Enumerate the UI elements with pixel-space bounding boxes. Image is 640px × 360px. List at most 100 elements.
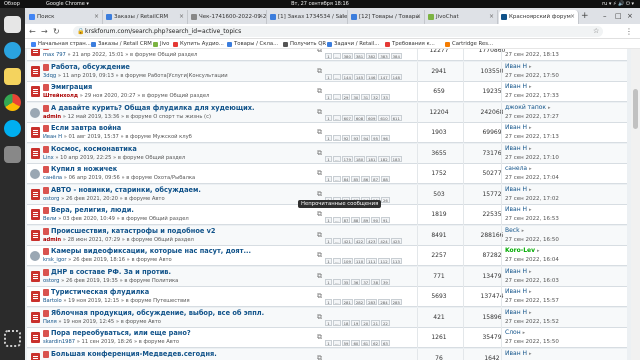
page-link[interactable]: ... (333, 319, 341, 326)
page-link[interactable]: ... (333, 217, 341, 223)
topic-author-link[interactable]: Linx (43, 155, 54, 161)
topic-title-link[interactable]: Пора переобуваться, или еще рано? (51, 329, 191, 337)
page-link[interactable]: 1 (325, 258, 332, 264)
new-post-icon[interactable] (43, 49, 49, 50)
topic-author-link[interactable]: Иван Н (43, 134, 62, 140)
goto-last-post-icon[interactable]: ▸ (529, 269, 532, 275)
goto-last-post-icon[interactable]: ▸ (537, 248, 540, 254)
page-link[interactable]: ... (333, 237, 341, 244)
new-post-icon[interactable] (43, 227, 49, 235)
topic-row[interactable]: Купил я ножичек санёла » 06 апр 2019, 09:… (27, 164, 627, 184)
goto-last-post-icon[interactable]: ▸ (523, 330, 526, 336)
page-link[interactable]: 384 (390, 53, 402, 59)
topic-row[interactable]: Туристическая флудилка Bartolo » 19 ноя 2… (27, 287, 627, 307)
back-icon[interactable]: ← (29, 26, 36, 37)
files-icon[interactable] (4, 16, 21, 33)
new-post-icon[interactable] (43, 268, 49, 276)
goto-last-post-icon[interactable]: ▸ (529, 187, 532, 193)
page-link[interactable]: 425 (390, 237, 402, 244)
page-link[interactable]: 610 (378, 114, 390, 121)
page-link[interactable]: 381 (353, 53, 366, 59)
page-link[interactable]: 609 (366, 114, 378, 121)
topic-title-link[interactable]: Космос, космонавтика (51, 145, 137, 153)
page-link[interactable]: 31 (361, 94, 371, 100)
topic-author-link[interactable]: Пиля (43, 319, 57, 325)
page-link[interactable]: 32 (371, 94, 380, 100)
close-icon[interactable]: × (570, 10, 575, 24)
page-link[interactable]: 91 (381, 217, 390, 223)
tab-retailcrm-orders[interactable]: Заказы / RetailCRM × (104, 10, 188, 24)
page-link[interactable]: ... (333, 114, 341, 121)
topic-title-link[interactable]: Работа, обсуждение (51, 63, 130, 71)
topic-title-link[interactable]: Эмиграция (51, 83, 92, 91)
bookmark-item[interactable]: Товары / Скла... (227, 39, 278, 49)
page-link[interactable]: 95 (371, 135, 380, 141)
page-link[interactable]: ... (333, 176, 341, 182)
topic-row[interactable]: Камеры видеофиксации, которые нас пасут,… (27, 246, 627, 266)
page-link[interactable]: 1 (325, 53, 332, 59)
topic-title-link[interactable]: ДНР в составе РФ. За и против. (51, 268, 171, 276)
page-link[interactable]: 607 (341, 114, 353, 121)
topic-row[interactable]: Яблочная продукция, обсуждение, выбор, в… (27, 307, 627, 328)
close-icon[interactable]: × (416, 10, 421, 24)
topic-author-link[interactable]: admin (43, 237, 61, 243)
new-post-icon[interactable] (43, 248, 49, 255)
page-link[interactable]: 608 (353, 114, 366, 121)
close-icon[interactable]: × (489, 10, 494, 24)
last-post-author-link[interactable]: Koro-Lev ▸ (505, 247, 540, 254)
minimize-button[interactable]: – (603, 10, 607, 22)
last-post-author-link[interactable]: Beck ▸ (505, 227, 524, 234)
page-link[interactable]: 35 (341, 278, 351, 285)
page-link[interactable]: 423 (366, 237, 378, 244)
topic-row[interactable]: Работа, обсуждение 3dqg » 11 апр 2019, 09… (27, 61, 627, 82)
page-link[interactable]: 21 (371, 319, 380, 326)
topic-title-link[interactable]: Вера, религия, люди. (51, 206, 134, 214)
tab-krsk-forum[interactable]: Красноярский форум × (499, 10, 579, 24)
system-tray[interactable]: ru ▾ ⚡ 🔊 ⏻ ▾ (602, 0, 634, 8)
topic-author-link[interactable]: ostorg (43, 196, 59, 202)
page-link[interactable]: ... (333, 94, 341, 100)
topic-author-link[interactable]: Bartolo (43, 298, 62, 304)
bookmark-item[interactable]: Получить QR (283, 39, 326, 49)
page-link[interactable]: 90 (371, 217, 380, 223)
goto-last-post-icon[interactable]: ▸ (529, 64, 532, 70)
close-icon[interactable]: × (94, 10, 99, 24)
topic-author-link[interactable]: skardin1987 (43, 339, 75, 345)
goto-last-post-icon[interactable]: ▸ (522, 228, 525, 234)
page-link[interactable]: 33 (381, 94, 390, 100)
close-icon[interactable]: × (179, 10, 184, 24)
page-link[interactable]: 283 (366, 299, 378, 305)
new-post-icon[interactable] (43, 125, 49, 132)
last-post-author-link[interactable]: санела ▸ (505, 165, 532, 172)
app-grid-icon[interactable] (4, 330, 21, 347)
topic-title-link[interactable]: АВТО - новинки, старинки, обсуждаем. (51, 186, 201, 194)
last-post-author-link[interactable]: Иван Н ▸ (505, 83, 532, 90)
goto-last-post-icon[interactable]: ▸ (529, 289, 532, 295)
page-link[interactable]: 1 (325, 135, 332, 141)
page-link[interactable]: 421 (341, 237, 353, 244)
page-link[interactable]: 147 (378, 73, 390, 80)
topic-author-link[interactable]: Вели (43, 216, 56, 222)
page-link[interactable]: 110 (353, 258, 366, 264)
page-link[interactable]: 84 (341, 176, 351, 182)
page-link[interactable]: 109 (341, 258, 353, 264)
last-post-author-link[interactable]: Слон ▸ (505, 329, 525, 336)
bookmark-item[interactable]: Требования к... (385, 39, 435, 49)
tab-order[interactable]: [1] Заказ 1734534 / Sale × (268, 10, 348, 24)
topic-row[interactable]: А давайте курить? Общая флудилка для худ… (27, 102, 627, 123)
goto-last-post-icon[interactable]: ▸ (529, 166, 532, 172)
bookmark-star-icon[interactable]: ☆ (593, 26, 599, 37)
page-link[interactable]: 382 (366, 53, 378, 59)
page-link[interactable]: 86 (361, 176, 371, 182)
page-link[interactable]: 1 (325, 73, 332, 80)
page-link[interactable]: 1 (325, 278, 332, 285)
page-link[interactable]: 145 (353, 73, 366, 80)
bookmark-item[interactable]: Jivo (153, 39, 169, 49)
scrollbar-thumb[interactable] (633, 89, 638, 129)
page-link[interactable]: 1 (325, 299, 332, 305)
settings-icon[interactable] (4, 146, 21, 163)
page-link[interactable]: 1 (325, 155, 332, 162)
close-icon[interactable]: × (339, 10, 344, 24)
page-link[interactable]: ... (333, 299, 341, 305)
page-link[interactable]: ... (333, 258, 341, 264)
